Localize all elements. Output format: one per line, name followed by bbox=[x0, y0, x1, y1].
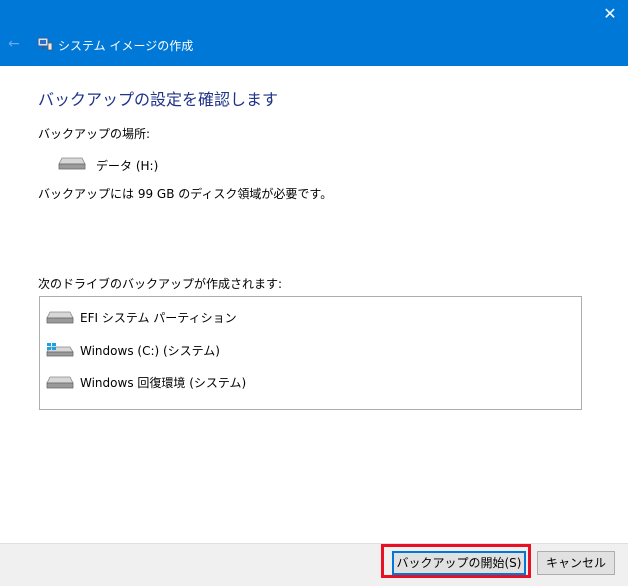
highlight-box bbox=[381, 544, 531, 578]
drive-icon bbox=[46, 376, 74, 389]
backup-drive-name: データ (H:) bbox=[96, 159, 159, 173]
button-bar bbox=[0, 543, 628, 586]
drives-section-label: 次のドライブのバックアップが作成されます: bbox=[38, 277, 283, 291]
space-required-text: バックアップには 99 GB のディスク領域が必要です。 bbox=[38, 187, 333, 201]
cancel-button[interactable]: キャンセル bbox=[537, 551, 615, 575]
list-item-label: EFI システム パーティション bbox=[80, 311, 237, 325]
list-item-label: Windows 回復環境 (システム) bbox=[80, 376, 247, 390]
page-heading: バックアップの設定を確認します bbox=[38, 90, 279, 109]
list-item-label: Windows (C:) (システム) bbox=[80, 344, 220, 358]
back-arrow-icon[interactable]: ← bbox=[8, 37, 22, 51]
title-bar: ✕ ← システム イメージの作成 bbox=[0, 0, 628, 66]
windows-drive-icon bbox=[46, 343, 74, 357]
drive-icon bbox=[46, 311, 74, 324]
backup-location-label: バックアップの場所: bbox=[38, 127, 151, 141]
drives-list: EFI システム パーティション Windows (C:) (システム) Win… bbox=[39, 296, 582, 410]
system-image-icon bbox=[37, 37, 53, 51]
close-icon[interactable]: ✕ bbox=[602, 6, 618, 22]
window-title: システム イメージの作成 bbox=[58, 39, 194, 53]
drive-icon bbox=[58, 157, 86, 170]
